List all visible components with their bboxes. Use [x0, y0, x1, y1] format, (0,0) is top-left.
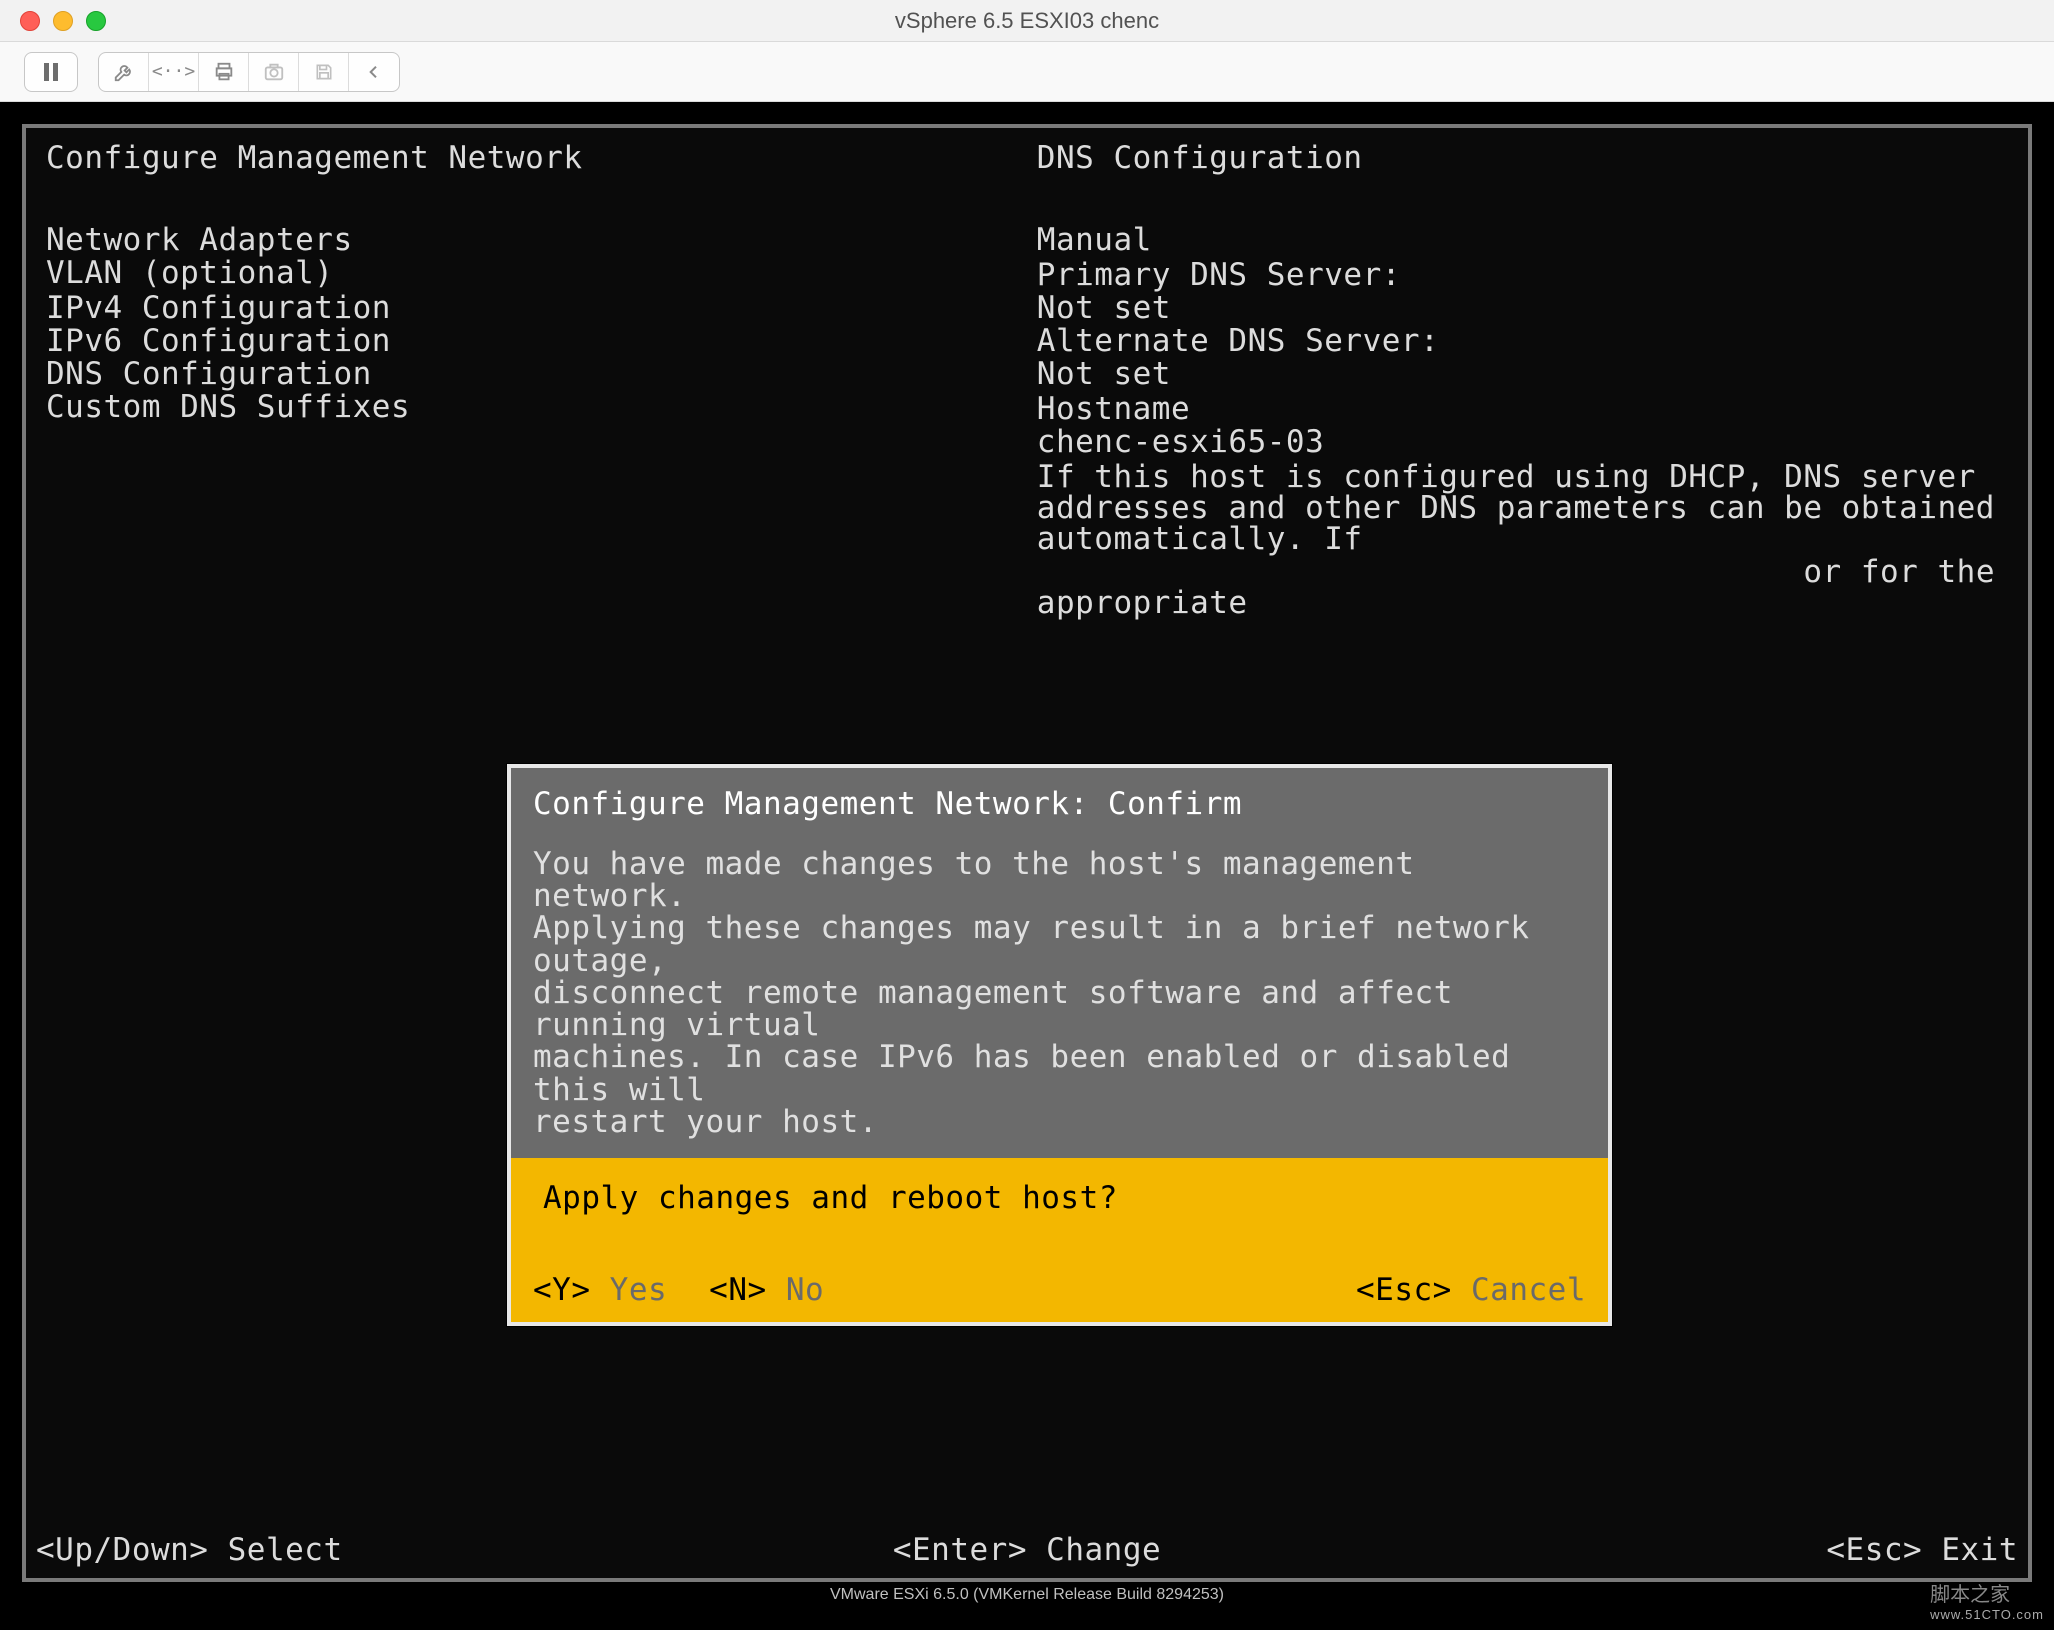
menu-item-ipv6[interactable]: IPv6 Configuration [46, 325, 1037, 358]
footer-center: <Enter> Change [697, 1532, 1358, 1568]
dialog-title: Configure Management Network: Confirm [533, 786, 1586, 822]
pause-icon [42, 63, 60, 81]
no-button[interactable]: <N> No [709, 1272, 824, 1308]
wrench-icon [113, 61, 135, 83]
hostname-label: Hostname [1037, 393, 2008, 426]
content-area: Configure Management Network DNS Configu… [0, 102, 2054, 1630]
dialog-prompt: Apply changes and reboot host? [533, 1180, 1586, 1216]
hostname-value: chenc-esxi65-03 [1037, 426, 2008, 459]
watermark: 脚本之家 www.51CTO.com [1930, 1578, 2044, 1622]
floppy-button[interactable] [299, 53, 349, 91]
yes-button[interactable]: <Y> Yes [533, 1272, 667, 1308]
footer-right: <Esc> Exit [1357, 1532, 2018, 1568]
camera-icon [263, 61, 285, 83]
chevron-left-icon [366, 62, 382, 82]
wrench-button[interactable] [99, 53, 149, 91]
printer-icon [213, 61, 235, 83]
alternate-dns-value: Not set [1037, 358, 2008, 391]
dns-mode: Manual [1037, 224, 2008, 257]
camera-button[interactable] [249, 53, 299, 91]
esxi-version-line: VMware ESXi 6.5.0 (VMKernel Release Buil… [22, 1582, 2032, 1608]
left-header: Configure Management Network [46, 140, 1037, 176]
primary-dns-value: Not set [1037, 292, 2008, 325]
console-header: Configure Management Network DNS Configu… [26, 128, 2028, 190]
pause-button[interactable] [24, 52, 78, 92]
esxi-console[interactable]: Configure Management Network DNS Configu… [22, 124, 2032, 1582]
app-window: vSphere 6.5 ESXI03 chenc <··> [0, 0, 2054, 1630]
confirm-dialog: Configure Management Network: Confirm Yo… [507, 764, 1612, 1326]
footer-left: <Up/Down> Select [36, 1532, 697, 1568]
toolbar: <··> [0, 42, 2054, 102]
menu-item-dns[interactable]: DNS Configuration [46, 358, 1037, 391]
dns-help-text-2: or for the appropriate [1037, 556, 2008, 620]
menu-item-network-adapters[interactable]: Network Adapters [46, 224, 1037, 257]
code-icon: <··> [152, 61, 195, 82]
primary-dns-label: Primary DNS Server: [1037, 259, 2008, 292]
menu-item-ipv4[interactable]: IPv4 Configuration [46, 292, 1037, 325]
console-footer: <Up/Down> Select <Enter> Change <Esc> Ex… [26, 1524, 2028, 1578]
dialog-buttons: <Y> Yes <N> No <Esc> Cancel [533, 1272, 1586, 1308]
code-button[interactable]: <··> [149, 53, 199, 91]
menu-item-vlan[interactable]: VLAN (optional) [46, 257, 1037, 290]
titlebar: vSphere 6.5 ESXI03 chenc [0, 0, 2054, 42]
floppy-icon [314, 62, 334, 82]
cancel-button[interactable]: <Esc> Cancel [1356, 1272, 1586, 1308]
back-button[interactable] [349, 53, 399, 91]
dialog-body: You have made changes to the host's mana… [533, 848, 1586, 1138]
alternate-dns-label: Alternate DNS Server: [1037, 325, 2008, 358]
menu-item-custom-dns[interactable]: Custom DNS Suffixes [46, 391, 1037, 424]
printer-button[interactable] [199, 53, 249, 91]
window-title: vSphere 6.5 ESXI03 chenc [0, 8, 2054, 34]
toolbar-group: <··> [98, 52, 400, 92]
right-header: DNS Configuration [1037, 140, 2008, 176]
dns-help-text-1: If this host is configured using DHCP, D… [1037, 461, 2008, 556]
